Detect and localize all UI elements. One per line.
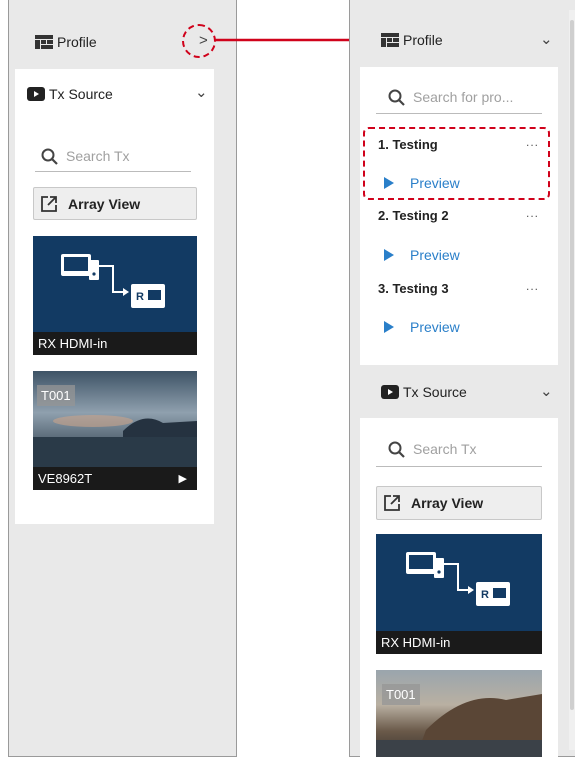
right-sidebar-panel: Profile ⌄ Search for pro... 1. Testing .…: [349, 0, 575, 757]
more-options-icon[interactable]: ...: [526, 279, 539, 293]
search-placeholder: Search Tx: [66, 148, 130, 164]
caption-text: VE8962T: [38, 471, 93, 486]
play-triangle-icon: [384, 321, 394, 333]
more-options-icon[interactable]: ...: [526, 206, 539, 220]
play-icon[interactable]: ▶: [179, 472, 187, 485]
preview-link[interactable]: Preview: [384, 319, 460, 335]
array-view-label: Array View: [68, 195, 141, 212]
preview-label: Preview: [410, 247, 460, 263]
svg-text:R: R: [136, 291, 144, 303]
external-link-icon: [383, 494, 401, 512]
tx-search-input[interactable]: Search Tx: [35, 141, 191, 172]
video-play-icon: [27, 87, 45, 101]
highlight-dashed-box: [363, 127, 550, 200]
profile-item-name[interactable]: 3. Testing 3: [378, 281, 449, 296]
profile-label: Profile: [57, 34, 97, 50]
external-link-icon: [40, 195, 58, 213]
thumbnail-caption: RX HDMI-in: [376, 631, 542, 654]
chevron-down-icon[interactable]: ⌄: [540, 30, 553, 48]
profile-grid-icon: [381, 33, 399, 47]
search-icon: [388, 89, 405, 106]
tx-source-header[interactable]: Tx Source: [381, 384, 467, 400]
search-icon: [388, 441, 405, 458]
highlight-circle: [182, 24, 216, 58]
thumbnail-caption: VE8962T ▶: [33, 467, 197, 490]
tx-id-tag: T001: [382, 684, 420, 705]
tx-id-tag: T001: [37, 385, 75, 406]
scrollbar-thumb[interactable]: [570, 20, 574, 710]
tx-source-header[interactable]: Tx Source: [27, 86, 113, 102]
search-icon: [41, 148, 58, 165]
left-sidebar-panel: Profile > Tx Source ⌄ Search Tx Array Vi…: [8, 0, 237, 757]
profile-header[interactable]: Profile: [35, 34, 97, 50]
video-play-icon: [381, 385, 399, 399]
chevron-down-icon[interactable]: ⌄: [195, 83, 208, 101]
array-view-label: Array View: [411, 495, 484, 511]
ve8962t-thumbnail[interactable]: T001 VE8962T ▶: [33, 371, 197, 490]
array-view-button[interactable]: Array View: [33, 187, 197, 220]
tx-source-card: Tx Source ⌄ Search Tx Array View R RX HD…: [15, 69, 214, 524]
hdmi-device-icon: R: [406, 552, 510, 606]
profile-search-input[interactable]: Search for pro...: [376, 81, 542, 114]
tx-source-label: Tx Source: [403, 384, 467, 400]
array-view-button[interactable]: Array View: [376, 486, 542, 520]
rx-hdmi-thumbnail[interactable]: R RX HDMI-in: [376, 534, 542, 654]
profile-item-name[interactable]: 2. Testing 2: [378, 208, 449, 223]
svg-text:R: R: [481, 589, 489, 601]
tx-source-card: Search Tx Array View R RX HDMI-in T001: [360, 418, 558, 757]
profile-label: Profile: [403, 32, 443, 48]
rx-hdmi-thumbnail[interactable]: R RX HDMI-in: [33, 236, 197, 355]
search-placeholder: Search for pro...: [413, 89, 514, 105]
hdmi-device-icon: R: [61, 254, 165, 308]
chevron-down-icon[interactable]: ⌄: [540, 382, 553, 400]
play-triangle-icon: [384, 249, 394, 261]
profile-list-card: Search for pro... 1. Testing ... Preview…: [360, 67, 558, 365]
preview-link[interactable]: Preview: [384, 247, 460, 263]
thumbnail-caption: RX HDMI-in: [33, 332, 197, 355]
profile-header[interactable]: Profile: [381, 32, 443, 48]
preview-label: Preview: [410, 319, 460, 335]
profile-grid-icon: [35, 35, 53, 49]
search-placeholder: Search Tx: [413, 441, 477, 457]
tx-search-input[interactable]: Search Tx: [376, 432, 542, 467]
tx-source-label: Tx Source: [49, 86, 113, 102]
tx-preview-thumbnail[interactable]: T001: [376, 670, 542, 757]
